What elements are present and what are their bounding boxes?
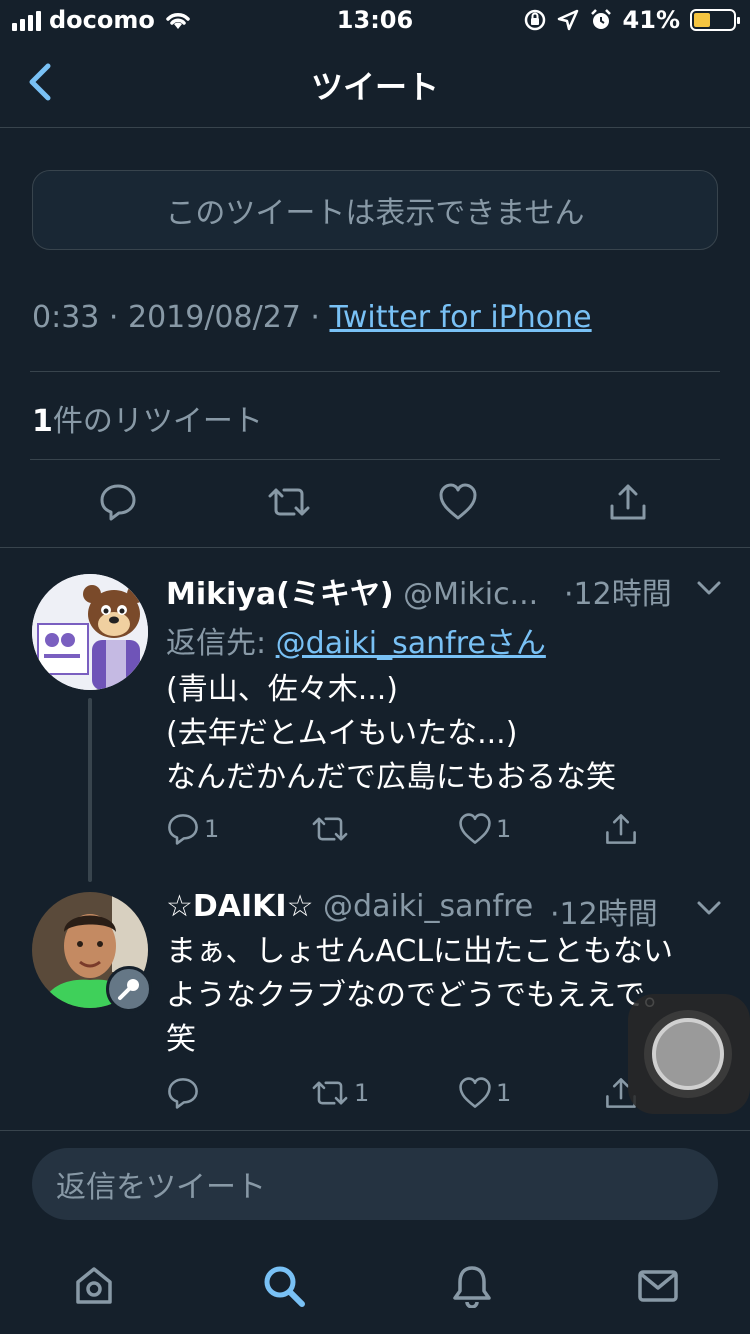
reply-button[interactable]: 1 xyxy=(166,812,219,846)
tweet-meta: 0:33 · 2019/08/27 · Twitter for iPhone xyxy=(32,300,592,335)
reply-button[interactable] xyxy=(166,1076,204,1110)
tweet-text-line: 笑 xyxy=(166,1022,196,1057)
section-divider xyxy=(0,1130,750,1131)
verified-mic-badge xyxy=(106,966,152,1012)
messages-envelope-icon[interactable] xyxy=(636,1264,680,1308)
status-bar: docomo 13:06 41% xyxy=(0,0,750,40)
like-button[interactable]: 1 xyxy=(458,812,511,846)
location-icon xyxy=(557,9,578,31)
reply-author[interactable]: ☆DAIKI☆ @daiki_sanfre xyxy=(166,889,533,924)
divider xyxy=(30,371,720,372)
unavailable-message: このツイートは表示できません xyxy=(165,196,585,231)
reply-author[interactable]: Mikiya(ミキヤ) @Mikic... xyxy=(166,569,538,613)
reply-to-prefix: 返信先: xyxy=(166,626,276,661)
reply-icon xyxy=(100,484,136,521)
tweet-text-line: ようなクラブなのでどうでもええで。 xyxy=(166,978,674,1013)
reply-count: 1 xyxy=(204,815,220,843)
share-icon xyxy=(610,484,646,520)
retweet-icon xyxy=(268,488,310,516)
chevron-down-icon[interactable] xyxy=(696,900,722,916)
retweet-count: 1 xyxy=(32,404,53,439)
tweet-time: ·12時間 xyxy=(550,897,658,932)
assistive-touch-button[interactable] xyxy=(628,994,750,1114)
like-button[interactable]: 1 xyxy=(458,1076,511,1110)
alarm-icon xyxy=(590,9,611,29)
tweet-text-line: (青山、佐々木...) xyxy=(166,672,399,707)
retweet-button[interactable] xyxy=(310,812,354,846)
tweet-actions: 1 1 xyxy=(0,812,750,852)
share-button[interactable] xyxy=(604,812,638,846)
nav-header: ツイート xyxy=(0,40,750,128)
like-button[interactable] xyxy=(438,482,478,522)
tweet-text-line: まぁ、しょせんACLに出たこともない xyxy=(166,934,674,969)
heart-icon xyxy=(439,483,477,520)
tab-bar xyxy=(0,1236,750,1334)
tweet-timestamp: 0:33 · 2019/08/27 · xyxy=(32,300,330,335)
battery-icon xyxy=(690,9,740,31)
reply-compose-input[interactable]: 返信をツイート xyxy=(32,1148,718,1220)
mascot-avatar-image xyxy=(32,574,148,690)
orientation-lock-icon xyxy=(524,9,545,31)
reply-icon xyxy=(168,814,198,845)
microphone-icon xyxy=(118,979,139,1000)
share-button[interactable] xyxy=(608,482,648,522)
like-count: 1 xyxy=(496,1079,512,1107)
tweet-text: まぁ、しょせんACLに出たこともない ようなクラブなのでどうでもええで。 笑 xyxy=(166,930,674,1062)
notifications-bell-icon[interactable] xyxy=(450,1264,494,1308)
reply-to: 返信先: @daiki_sanfreさん xyxy=(166,618,546,662)
section-divider xyxy=(0,547,750,548)
heart-icon xyxy=(459,813,491,844)
battery-percent: 41% xyxy=(622,6,680,34)
tweet-time: ·12時間 xyxy=(564,577,672,612)
retweet-count-row[interactable]: 1件のリツイート xyxy=(32,396,263,440)
retweet-count-label: 件のリツイート xyxy=(52,404,263,439)
display-name: Mikiya(ミキヤ) xyxy=(166,577,394,612)
tweet-text-line: (去年だとムイもいたな...) xyxy=(166,716,518,751)
like-count: 1 xyxy=(496,815,512,843)
home-icon[interactable] xyxy=(72,1264,116,1308)
retweet-count: 1 xyxy=(354,1079,370,1107)
tweet-text-line: なんだかんだで広島にもおるな笑 xyxy=(166,760,616,795)
handle: @Mikic... xyxy=(403,577,539,612)
heart-icon xyxy=(459,1077,491,1108)
search-icon[interactable] xyxy=(262,1264,306,1308)
handle: @daiki_sanfre xyxy=(323,889,534,924)
avatar[interactable] xyxy=(32,574,148,690)
thread-line xyxy=(88,698,92,882)
page-title: ツイート xyxy=(310,68,439,106)
retweet-button[interactable] xyxy=(266,482,312,522)
share-icon xyxy=(606,814,636,844)
chevron-down-icon[interactable] xyxy=(696,580,722,596)
retweet-icon xyxy=(312,1081,348,1105)
unavailable-tweet-notice: このツイートは表示できません xyxy=(32,170,718,250)
reply-button[interactable] xyxy=(98,482,138,522)
assistive-touch-core xyxy=(652,1018,724,1090)
tweet-source-link[interactable]: Twitter for iPhone xyxy=(330,300,592,335)
divider xyxy=(30,459,720,460)
tweet-text: (青山、佐々木...) (去年だとムイもいたな...) なんだかんだで広島にもお… xyxy=(166,668,616,800)
display-name: ☆DAIKI☆ xyxy=(166,889,314,924)
reply-placeholder: 返信をツイート xyxy=(56,1170,266,1205)
tweet-actions xyxy=(0,482,750,526)
reply-to-link[interactable]: @daiki_sanfreさん xyxy=(276,626,546,661)
retweet-icon xyxy=(312,817,348,841)
reply-icon xyxy=(168,1078,198,1109)
retweet-button[interactable]: 1 xyxy=(310,1076,369,1110)
